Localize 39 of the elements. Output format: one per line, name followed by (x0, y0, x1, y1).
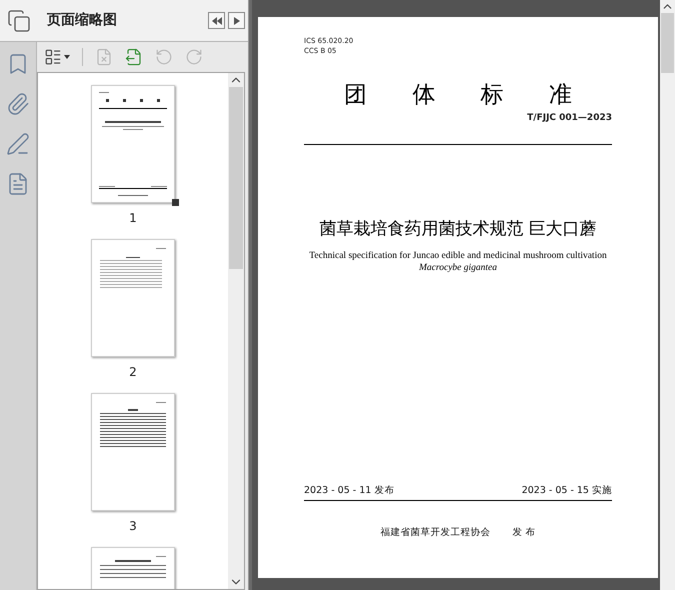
caret-icon (64, 55, 70, 59)
standard-heading-character: 团 (344, 82, 367, 108)
pen-icon[interactable] (6, 132, 30, 156)
page-number: 1 (129, 210, 137, 227)
options-button[interactable] (44, 48, 70, 66)
right-arrow-icon (234, 16, 240, 24)
effective-date: 2023 - 05 - 15 实施 (522, 484, 612, 498)
collapse-panel-button[interactable] (208, 12, 225, 29)
species-name: Macrocybe gigantea (418, 262, 498, 274)
options-icon (44, 48, 62, 66)
publish-date: 2023 - 05 - 11 发布 (304, 484, 394, 498)
standard-heading-character: 标 (480, 82, 504, 108)
double-left-arrow-icon (212, 16, 222, 24)
page-thumbnail[interactable] (91, 239, 175, 357)
english-title: Technical specification for Juncao edible and medicinal mushroom cultivation (308, 250, 608, 262)
page-arrow-icon (125, 48, 143, 66)
rotate-right-icon (185, 48, 203, 66)
standard-code: T/FJJC 001—2023 (527, 112, 612, 125)
page-thumbnail[interactable] (91, 393, 175, 511)
standard-heading-character: 准 (548, 82, 572, 108)
panel-title: 页面缩略图 (47, 11, 117, 30)
document-scrollbar[interactable] (660, 0, 675, 590)
paperclip-icon[interactable] (6, 92, 30, 116)
document-title: 菌草栽培食药用菌技术规范 巨大口蘑 (318, 218, 598, 240)
page-thumbnail[interactable] (91, 85, 175, 203)
page-number: 2 (129, 364, 137, 381)
scrollbar-thumb[interactable] (661, 13, 674, 73)
standard-heading-character: 体 (412, 82, 436, 108)
forward-button[interactable] (228, 12, 245, 29)
rotate-left-icon (155, 48, 173, 66)
scrollbar[interactable] (228, 73, 244, 589)
delete-page-icon (95, 48, 113, 66)
toolbar-button[interactable] (125, 48, 143, 66)
page-number: 3 (129, 518, 137, 535)
publish-label: 发 布 (512, 526, 536, 540)
current-page-marker (172, 199, 179, 206)
publisher: 福建省菌草开发工程协会 (380, 526, 490, 540)
scrollbar-thumb[interactable] (229, 87, 243, 269)
pages-icon[interactable] (6, 8, 30, 32)
